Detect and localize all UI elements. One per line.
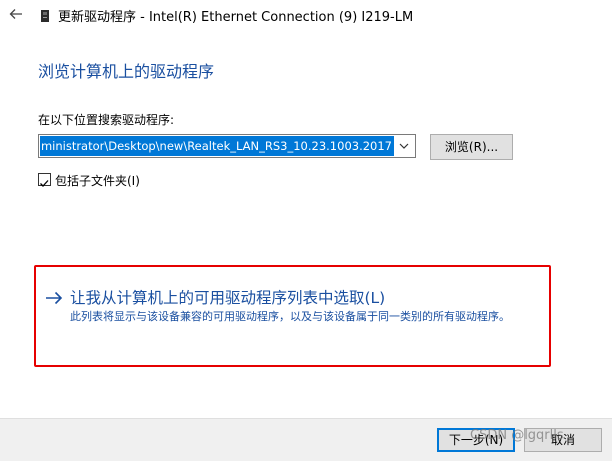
checkmark-icon [40, 180, 49, 187]
window-title: 更新驱动程序 - Intel(R) Ethernet Connection (9… [58, 10, 414, 25]
driver-path-text: C:\Users\Administrator\Desktop\new\Realt… [40, 139, 392, 153]
network-adapter-icon [38, 8, 52, 22]
right-arrow-icon[interactable] [44, 288, 64, 308]
driver-path-combobox[interactable]: C:\Users\Administrator\Desktop\new\Realt… [38, 134, 416, 158]
driver-path-input[interactable]: C:\Users\Administrator\Desktop\new\Realt… [40, 136, 394, 156]
search-location-label: 在以下位置搜索驱动程序: [38, 113, 175, 127]
include-subfolders-checkbox[interactable] [38, 173, 51, 187]
include-subfolders-label[interactable]: 包括子文件夹(I) [55, 172, 140, 189]
next-button[interactable]: 下一步(N) [437, 428, 515, 452]
footer-bar [0, 418, 612, 461]
page-heading: 浏览计算机上的驱动程序 [38, 62, 215, 81]
cancel-button[interactable]: 取消 [524, 428, 602, 452]
back-arrow-icon[interactable] [8, 6, 24, 22]
chevron-down-icon[interactable] [393, 135, 415, 157]
browse-button[interactable]: 浏览(R)... [430, 134, 513, 160]
pick-from-list-description: 此列表将显示与该设备兼容的可用驱动程序，以及与该设备属于同一类别的所有驱动程序。 [70, 310, 510, 323]
pick-from-list-link[interactable]: 让我从计算机上的可用驱动程序列表中选取(L) [70, 286, 385, 308]
